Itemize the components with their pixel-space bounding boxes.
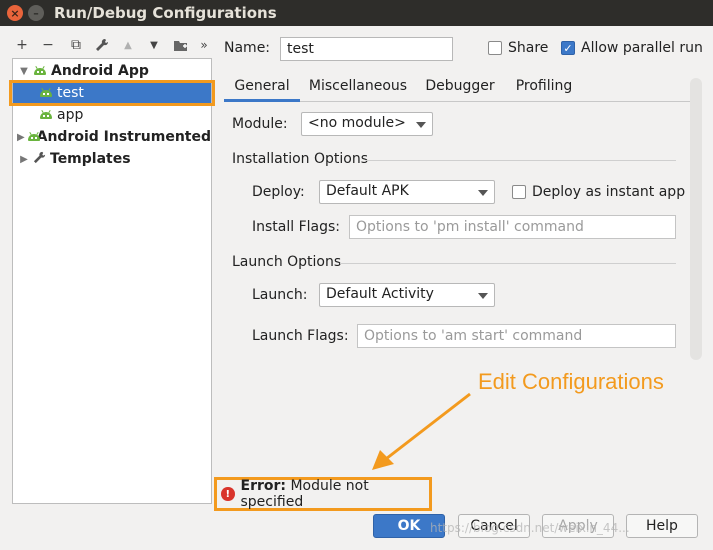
tree-item-app[interactable]: app (13, 104, 211, 126)
tree-item-label: app (57, 107, 84, 123)
tab-debugger[interactable]: Debugger (420, 72, 500, 102)
collapsed-arrow-icon[interactable]: ▶ (17, 154, 31, 165)
share-label: Share (508, 40, 549, 56)
name-label: Name: (224, 40, 271, 56)
deploy-value: Default APK (326, 183, 409, 199)
highlight-outline (9, 80, 215, 106)
module-select[interactable]: <no module> (301, 112, 433, 136)
launch-select[interactable]: Default Activity (319, 283, 495, 307)
checkbox-box[interactable] (488, 41, 502, 55)
tab-general[interactable]: General (224, 72, 300, 102)
annotation-text: Edit Configurations (478, 369, 664, 394)
tree-item-label: Android App (51, 63, 149, 79)
deploy-label: Deploy: (252, 184, 305, 200)
launch-flags-input[interactable]: Options to 'am start' command (357, 324, 676, 348)
window-title: Run/Debug Configurations (54, 4, 277, 22)
minimize-window-icon[interactable]: – (28, 5, 44, 21)
tab-profiling[interactable]: Profiling (508, 72, 580, 102)
deploy-select[interactable]: Default APK (319, 180, 495, 204)
deploy-instant-app-checkbox[interactable]: Deploy as instant app (512, 184, 685, 200)
launch-options-heading: Launch Options (232, 254, 342, 270)
dropdown-caret-icon (478, 293, 488, 299)
configuration-tree: ▼ Android App test app ▶ Android Instrum… (12, 58, 212, 504)
tree-item-label: Android Instrumented (36, 129, 211, 145)
move-up-icon[interactable]: ▲ (118, 34, 138, 56)
tree-item-android-instrumented[interactable]: ▶ Android Instrumented (13, 126, 211, 148)
tab-miscellaneous[interactable]: Miscellaneous (306, 72, 410, 102)
launch-flags-label: Launch Flags: (252, 328, 349, 344)
config-toolbar: + − ⧉ ▲ ▼ » (12, 34, 212, 56)
checkbox-box[interactable] (512, 185, 526, 199)
share-checkbox[interactable]: Share (488, 40, 548, 56)
module-label: Module: (232, 116, 288, 132)
error-message: ! Error: Module not specified (214, 477, 432, 511)
checkmark-icon[interactable]: ✓ (561, 41, 575, 55)
launch-value: Default Activity (326, 286, 434, 302)
copy-icon[interactable]: ⧉ (66, 34, 86, 56)
close-window-icon[interactable]: × (7, 5, 23, 21)
more-icon[interactable]: » (194, 34, 214, 56)
wrench-icon[interactable] (92, 34, 112, 56)
allow-parallel-run-label: Allow parallel run (581, 40, 703, 56)
dropdown-caret-icon (416, 122, 426, 128)
annotation-arrow-icon (372, 392, 471, 470)
move-down-icon[interactable]: ▼ (144, 34, 164, 56)
error-prefix: Error: (240, 478, 287, 494)
deploy-instant-app-label: Deploy as instant app (532, 184, 686, 200)
separator (366, 160, 676, 161)
android-test-icon (27, 131, 40, 142)
allow-parallel-run-checkbox[interactable]: ✓ Allow parallel run (561, 40, 703, 56)
install-flags-input[interactable]: Options to 'pm install' command (349, 215, 676, 239)
scrollbar[interactable] (690, 78, 702, 360)
separator (340, 263, 676, 264)
watermark: https://blog.csdn.net/weixin_44... (430, 521, 630, 535)
tree-item-templates[interactable]: ▶ Templates (13, 148, 211, 170)
collapsed-arrow-icon[interactable]: ▶ (17, 132, 25, 143)
module-value: <no module> (308, 115, 406, 131)
tree-item-label: Templates (50, 151, 131, 167)
dropdown-caret-icon (478, 190, 488, 196)
launch-label: Launch: (252, 287, 308, 303)
installation-options-heading: Installation Options (232, 151, 369, 167)
remove-icon[interactable]: − (38, 34, 58, 56)
android-icon (39, 109, 53, 120)
error-icon: ! (221, 487, 235, 501)
android-icon (33, 65, 47, 76)
title-bar: × – Run/Debug Configurations (0, 0, 713, 26)
add-icon[interactable]: + (12, 34, 32, 56)
tab-bar: General Miscellaneous Debugger Profiling (224, 72, 692, 102)
help-button[interactable]: Help (626, 514, 698, 538)
name-field[interactable]: test (280, 37, 453, 61)
tree-item-android-app[interactable]: ▼ Android App (13, 60, 211, 82)
expanded-arrow-icon[interactable]: ▼ (17, 66, 31, 77)
folder-add-icon[interactable] (170, 34, 190, 56)
wrench-icon (33, 151, 46, 168)
install-flags-label: Install Flags: (252, 219, 341, 235)
